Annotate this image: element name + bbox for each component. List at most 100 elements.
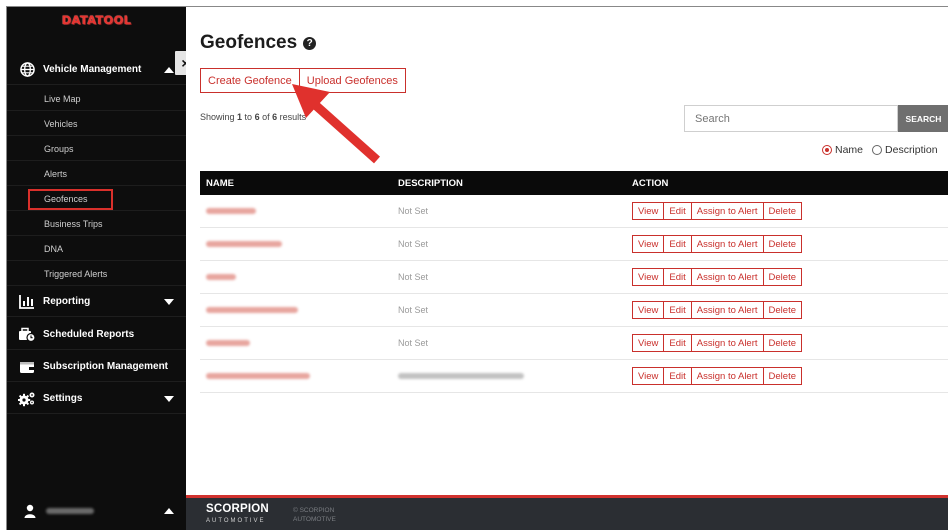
search-input[interactable] [684, 105, 898, 132]
sidebar-item-dna[interactable]: DNA [7, 237, 186, 261]
description-radio[interactable] [872, 145, 883, 155]
geofence-name-cell [200, 373, 398, 379]
chevron-down-icon [164, 395, 174, 402]
sidebar-item-groups[interactable]: Groups [7, 137, 186, 161]
sidebar-item-scheduled-reports[interactable]: Scheduled Reports [7, 320, 186, 350]
action-cell: View Edit Assign to Alert Delete [632, 367, 948, 385]
geofence-name-redacted [206, 373, 310, 379]
results-prefix: Showing [200, 112, 238, 122]
chevron-down-icon [164, 298, 174, 305]
app-frame: DATATOOL Vehicle Management Live Map Veh… [6, 6, 948, 530]
create-geofence-button[interactable]: Create Geofence [200, 68, 300, 93]
briefcase-clock-icon [16, 327, 38, 342]
geofence-description-cell [398, 373, 632, 379]
page-title: Geofences ? [200, 32, 317, 54]
action-cell: View Edit Assign to Alert Delete [632, 202, 948, 220]
geofence-description-cell: Not Set [398, 338, 429, 348]
delete-button[interactable]: Delete [763, 301, 802, 319]
sidebar-item-vehicles[interactable]: Vehicles [7, 112, 186, 136]
help-icon[interactable]: ? [303, 36, 317, 50]
geofence-name-redacted [206, 340, 250, 346]
bar-chart-icon [16, 294, 38, 309]
assign-to-alert-button[interactable]: Assign to Alert [691, 268, 764, 286]
footer-copy-line1: © SCORPION [293, 507, 335, 514]
globe-icon [16, 62, 38, 77]
sidebar-item-label: Vehicle Management [43, 64, 142, 75]
view-button[interactable]: View [632, 268, 665, 286]
name-radio-label: Name [835, 144, 864, 156]
delete-button[interactable]: Delete [763, 268, 802, 286]
view-button[interactable]: View [632, 334, 665, 352]
user-menu[interactable] [7, 491, 186, 530]
chevron-up-icon [164, 508, 174, 514]
edit-button[interactable]: Edit [664, 268, 692, 286]
sidebar-item-alerts[interactable]: Alerts [7, 162, 186, 186]
sidebar-item-business-trips[interactable]: Business Trips [7, 212, 186, 236]
view-button[interactable]: View [632, 301, 665, 319]
assign-to-alert-button[interactable]: Assign to Alert [691, 334, 764, 352]
footer-brand: SCORPION [206, 503, 269, 515]
delete-button[interactable]: Delete [763, 202, 802, 220]
sidebar: DATATOOL Vehicle Management Live Map Veh… [7, 7, 186, 530]
edit-button[interactable]: Edit [664, 334, 692, 352]
action-cell: View Edit Assign to Alert Delete [632, 334, 948, 352]
geofence-name-redacted [206, 208, 256, 214]
table-row: Not Set View Edit Assign to Alert Delete [200, 261, 948, 294]
footer: SCORPION AUTOMOTIVE © SCORPION AUTOMOTIV… [186, 495, 948, 530]
sidebar-item-reporting[interactable]: Reporting [7, 287, 186, 317]
action-cell: View Edit Assign to Alert Delete [632, 235, 948, 253]
delete-button[interactable]: Delete [763, 367, 802, 385]
upload-geofences-button[interactable]: Upload Geofences [299, 68, 406, 93]
edit-button[interactable]: Edit [664, 202, 692, 220]
geofence-description-cell: Not Set [398, 305, 429, 315]
geofences-highlight-box [28, 189, 113, 210]
delete-button[interactable]: Delete [763, 334, 802, 352]
assign-to-alert-button[interactable]: Assign to Alert [691, 301, 764, 319]
view-button[interactable]: View [632, 235, 665, 253]
assign-to-alert-button[interactable]: Assign to Alert [691, 367, 764, 385]
delete-button[interactable]: Delete [763, 235, 802, 253]
edit-button[interactable]: Edit [664, 301, 692, 319]
column-header-name: NAME [206, 177, 234, 189]
name-radio[interactable] [822, 145, 832, 155]
edit-button[interactable]: Edit [664, 235, 692, 253]
table-row: Not Set View Edit Assign to Alert Delete [200, 195, 948, 228]
table-row: Not Set View Edit Assign to Alert Delete [200, 294, 948, 327]
geofence-name-redacted [206, 241, 282, 247]
action-cell: View Edit Assign to Alert Delete [632, 268, 948, 286]
column-header-action: ACTION [632, 177, 669, 189]
geofence-name-cell [200, 307, 398, 313]
sidebar-item-triggered-alerts[interactable]: Triggered Alerts [7, 262, 186, 286]
sidebar-item-settings[interactable]: Settings [7, 384, 186, 414]
wallet-icon [16, 360, 38, 374]
search-button[interactable]: SEARCH [898, 105, 948, 132]
main-content: Geofences ? Create Geofence Upload Geofe… [186, 7, 948, 530]
datatool-logo[interactable]: DATATOOL [7, 13, 186, 27]
column-header-description: DESCRIPTION [398, 177, 463, 189]
geofence-description-cell: Not Set [398, 239, 429, 249]
chevron-up-icon [164, 66, 174, 73]
view-button[interactable]: View [632, 202, 665, 220]
table-header: NAME DESCRIPTION ACTION [200, 171, 948, 195]
sidebar-item-label: Scheduled Reports [43, 329, 135, 340]
sidebar-item-subscription-management[interactable]: Subscription Management [7, 352, 186, 382]
assign-to-alert-button[interactable]: Assign to Alert [691, 202, 764, 220]
scorpion-logo: SCORPION AUTOMOTIVE [206, 503, 269, 527]
sidebar-item-live-map[interactable]: Live Map [7, 87, 186, 111]
assign-to-alert-button[interactable]: Assign to Alert [691, 235, 764, 253]
sidebar-item-label: Settings [43, 393, 83, 404]
edit-button[interactable]: Edit [664, 367, 692, 385]
sidebar-item-label: Subscription Management [43, 361, 169, 372]
results-to-label: to [242, 112, 255, 122]
table-row: View Edit Assign to Alert Delete [200, 360, 948, 393]
view-button[interactable]: View [632, 367, 665, 385]
geofence-name-redacted [206, 274, 236, 280]
search-mode-options: Name Description [822, 144, 938, 156]
action-cell: View Edit Assign to Alert Delete [632, 301, 948, 319]
sidebar-item-vehicle-management[interactable]: Vehicle Management [7, 55, 186, 85]
results-of-label: of [259, 112, 273, 122]
geofence-name-cell [200, 274, 398, 280]
table-row: Not Set View Edit Assign to Alert Delete [200, 327, 948, 360]
geofence-description-redacted [398, 373, 524, 379]
user-icon [24, 504, 36, 518]
